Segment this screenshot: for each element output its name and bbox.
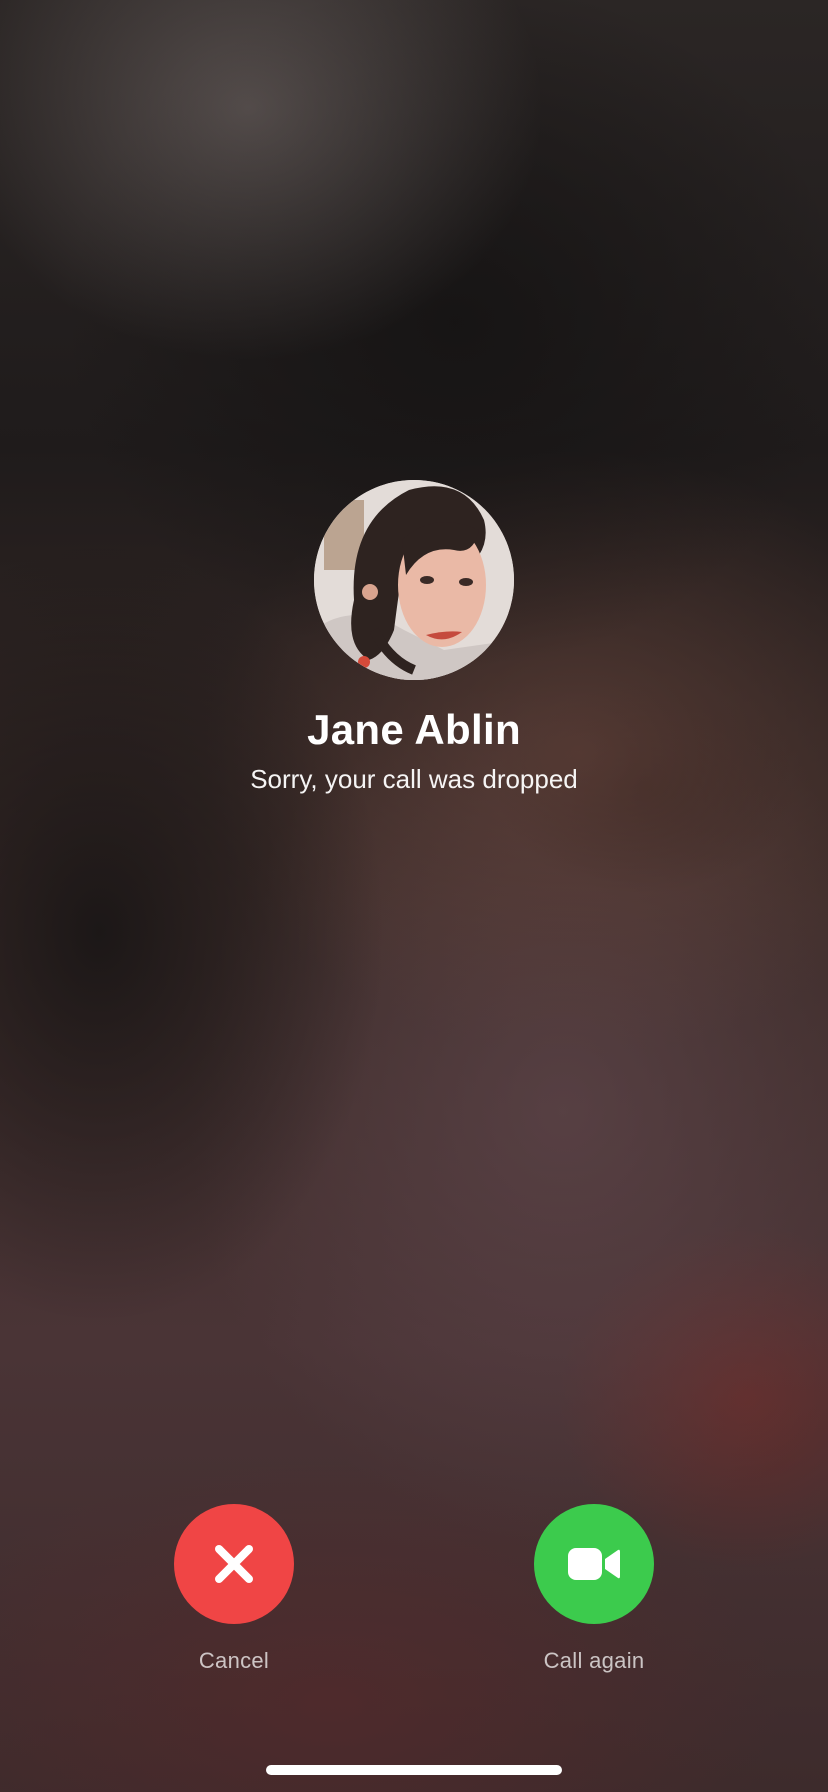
call-ended-screen: Jane Ablin Sorry, your call was dropped … [0, 0, 828, 1792]
call-again-button[interactable] [534, 1504, 654, 1624]
cancel-label: Cancel [198, 1648, 270, 1673]
contact-avatar [314, 480, 514, 680]
contact-name: Jane Ablin [307, 706, 521, 753]
cancel-action: Cancel [134, 1504, 334, 1674]
home-indicator[interactable] [266, 1765, 562, 1775]
video-camera-icon [568, 1548, 620, 1580]
call-again-action: Call again [494, 1504, 694, 1674]
call-again-label: Call again [543, 1648, 645, 1673]
close-icon [215, 1545, 253, 1583]
cancel-button[interactable] [174, 1504, 294, 1624]
call-status-text: Sorry, your call was dropped [250, 764, 578, 794]
